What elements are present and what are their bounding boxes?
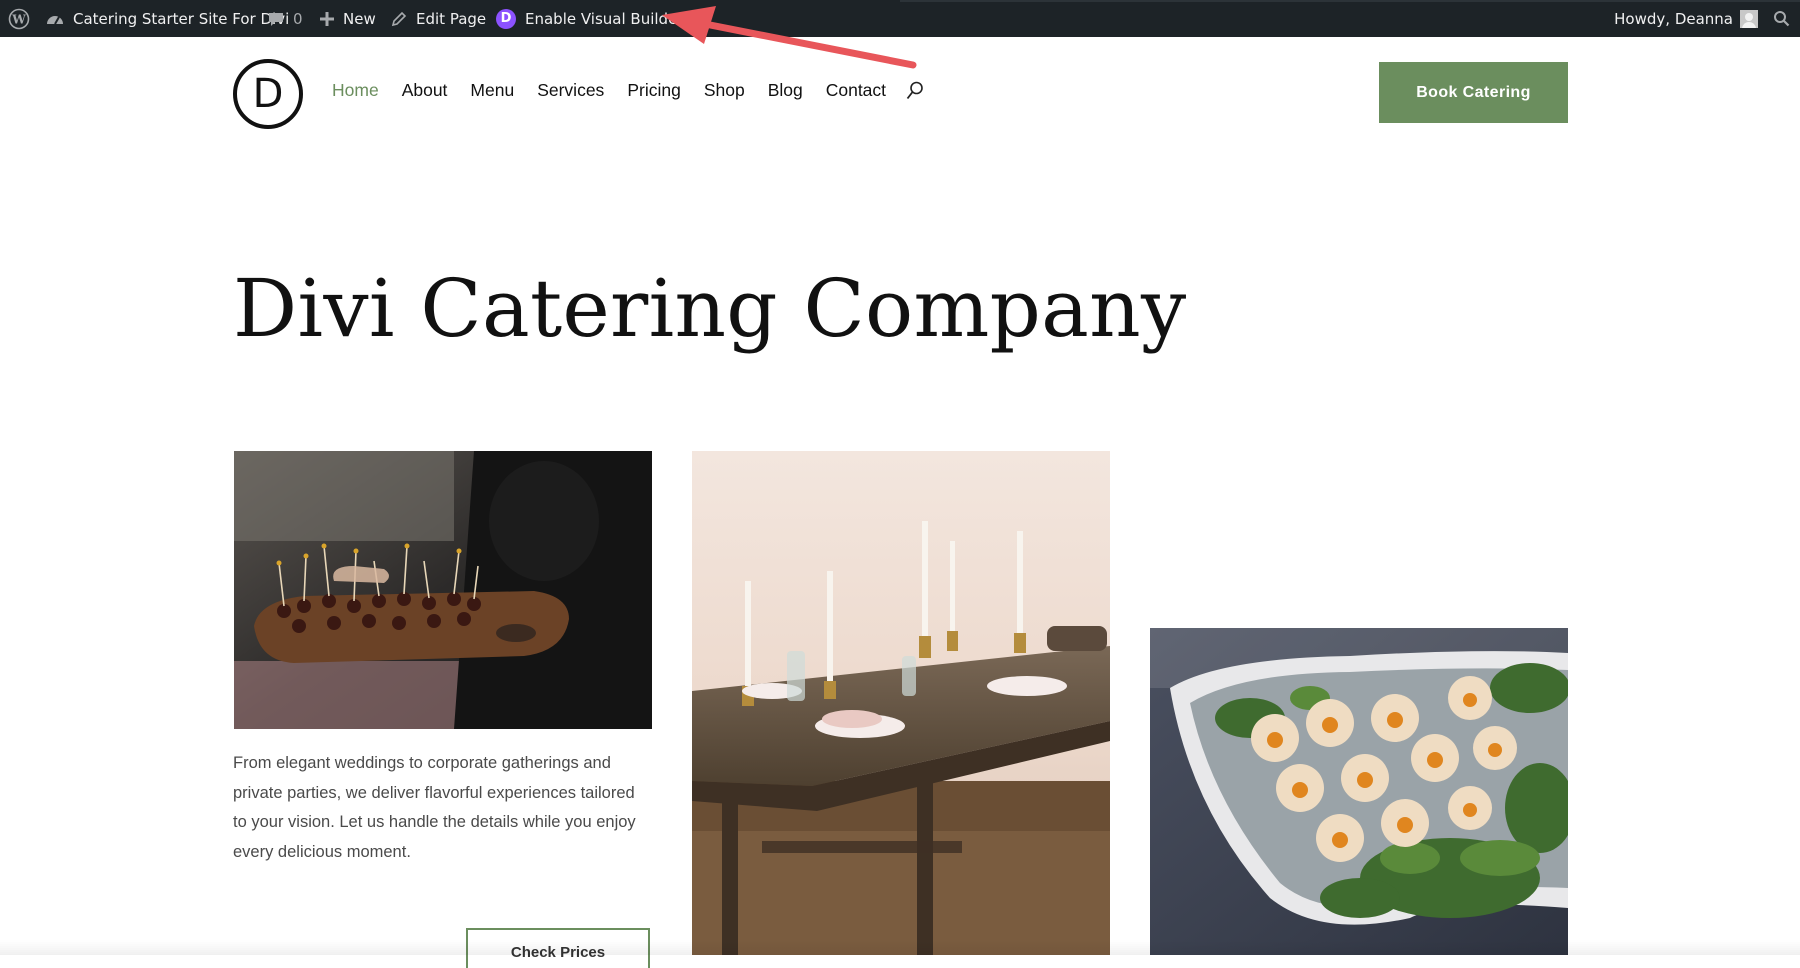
- search-icon[interactable]: [906, 81, 924, 101]
- catering-bites-image: [234, 451, 652, 729]
- svg-text:W: W: [11, 12, 26, 26]
- nav-item-home[interactable]: Home: [332, 80, 379, 101]
- nav-item-services[interactable]: Services: [537, 80, 604, 101]
- edit-page-link[interactable]: Edit Page: [391, 0, 486, 37]
- hero-description: From elegant weddings to corporate gathe…: [233, 754, 636, 861]
- comments-link[interactable]: 0: [268, 0, 303, 37]
- site-name: Catering Starter Site For Divi: [73, 9, 290, 28]
- nav-item-menu[interactable]: Menu: [470, 80, 514, 101]
- canape-platter-image: [1150, 628, 1568, 955]
- greeting: Howdy, Deanna: [1614, 9, 1733, 28]
- book-catering-button[interactable]: Book Catering: [1379, 62, 1568, 123]
- enable-visual-builder-link[interactable]: D Enable Visual Builder: [496, 0, 683, 37]
- comment-count: 0: [293, 9, 303, 28]
- divi-icon: D: [496, 8, 516, 29]
- check-prices-button[interactable]: Check Prices: [466, 928, 650, 968]
- nav-item-pricing[interactable]: Pricing: [627, 80, 681, 101]
- avatar: [1740, 9, 1758, 28]
- nav-item-shop[interactable]: Shop: [704, 80, 745, 101]
- pencil-icon: [391, 11, 407, 26]
- search-icon: [1774, 11, 1790, 27]
- new-content-menu[interactable]: New: [320, 0, 376, 37]
- my-account-menu[interactable]: Howdy, Deanna: [1614, 0, 1758, 37]
- annotation-arrow-icon: [662, 6, 917, 69]
- check-prices-label: Check Prices: [510, 944, 606, 961]
- site-logo[interactable]: D: [233, 59, 303, 129]
- wordpress-icon: W: [8, 8, 30, 29]
- nav-item-blog[interactable]: Blog: [768, 80, 803, 101]
- edit-page-label: Edit Page: [416, 9, 487, 28]
- admin-search[interactable]: [1773, 0, 1790, 37]
- nav-item-about[interactable]: About: [402, 80, 448, 101]
- plus-icon: [320, 11, 334, 26]
- site-name-menu[interactable]: Catering Starter Site For Divi: [46, 0, 289, 37]
- page-title: Divi Catering Company: [233, 262, 1187, 355]
- dashboard-icon: [47, 15, 63, 24]
- new-label: New: [343, 9, 376, 28]
- wordpress-logo-menu[interactable]: W: [8, 0, 30, 37]
- nav-item-contact[interactable]: Contact: [826, 80, 886, 101]
- comment-icon: [269, 12, 283, 26]
- rustic-table-image: [692, 451, 1110, 955]
- main-nav: Home About Menu Services Pricing Shop Bl…: [332, 80, 924, 101]
